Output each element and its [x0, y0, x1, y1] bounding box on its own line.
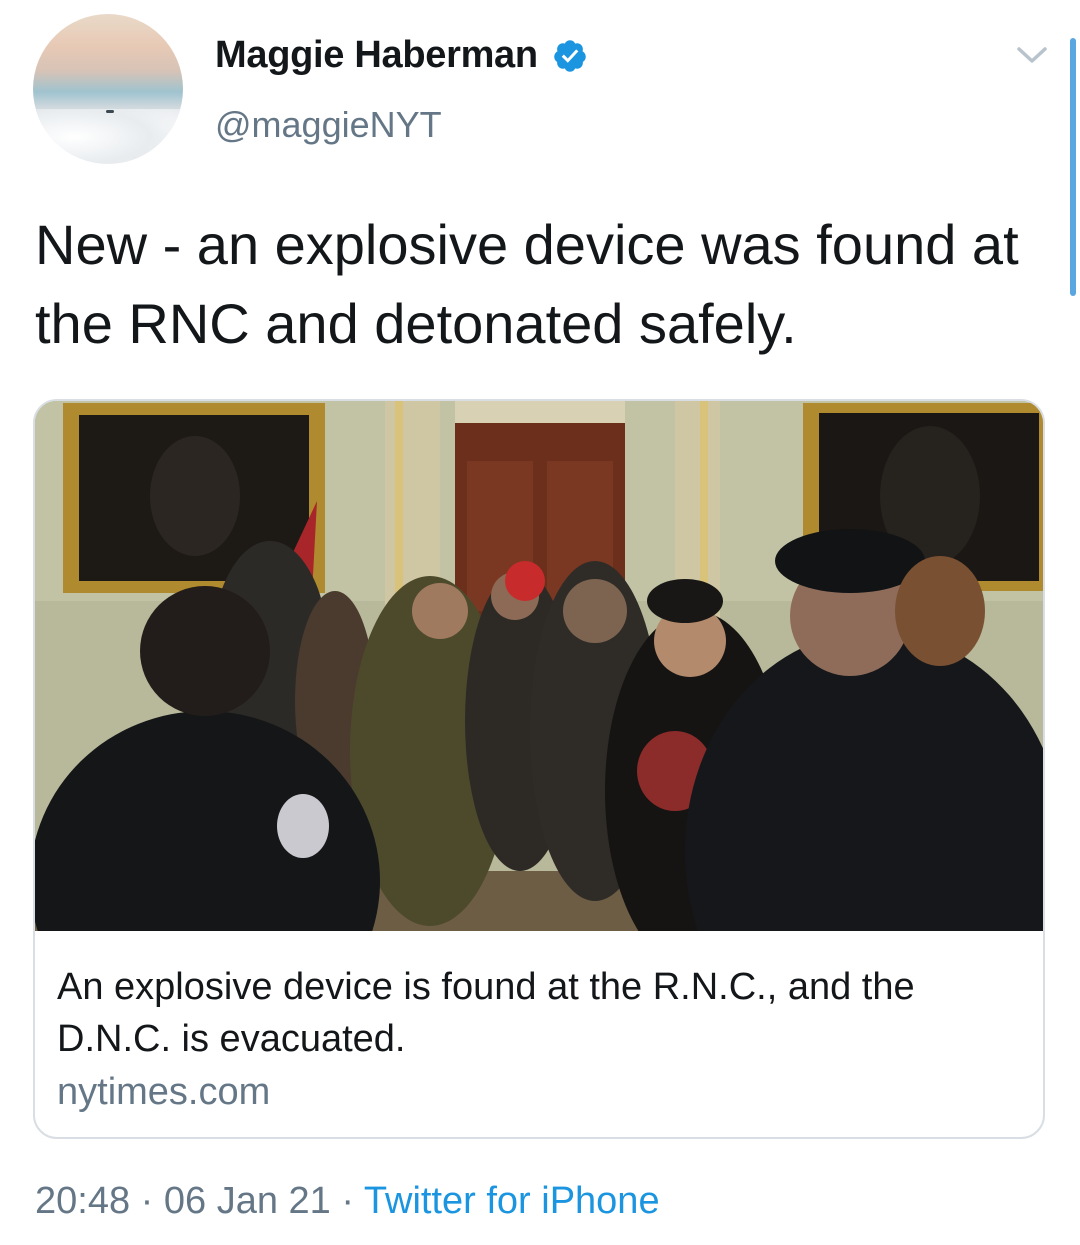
link-card[interactable]: An explosive device is found at the R.N.…: [33, 399, 1045, 1139]
chevron-down-icon[interactable]: [1015, 42, 1049, 68]
author-name-row[interactable]: Maggie Haberman: [215, 34, 588, 77]
scrollbar[interactable]: [1070, 38, 1076, 296]
avatar-bird: [106, 110, 114, 113]
author-name[interactable]: Maggie Haberman: [215, 34, 538, 77]
card-domain[interactable]: nytimes.com: [57, 1071, 270, 1114]
tweet-source-link[interactable]: Twitter for iPhone: [364, 1180, 660, 1222]
tweet-text: New - an explosive device was found at t…: [35, 213, 1019, 355]
author-handle[interactable]: @maggieNYT: [215, 104, 442, 146]
tweet-date: 06 Jan 21: [163, 1180, 331, 1222]
tweet-meta: 20:48 · 06 Jan 21 · Twitter for iPhone: [35, 1180, 660, 1223]
card-photo[interactable]: [35, 401, 1045, 931]
avatar[interactable]: [33, 14, 183, 164]
meta-separator-2: ·: [341, 1180, 355, 1222]
meta-separator: ·: [140, 1180, 154, 1222]
tweet-time: 20:48: [35, 1180, 131, 1222]
card-title[interactable]: An explosive device is found at the R.N.…: [57, 961, 1017, 1065]
avatar-clouds: [33, 109, 183, 164]
verified-badge-icon: [554, 39, 586, 72]
